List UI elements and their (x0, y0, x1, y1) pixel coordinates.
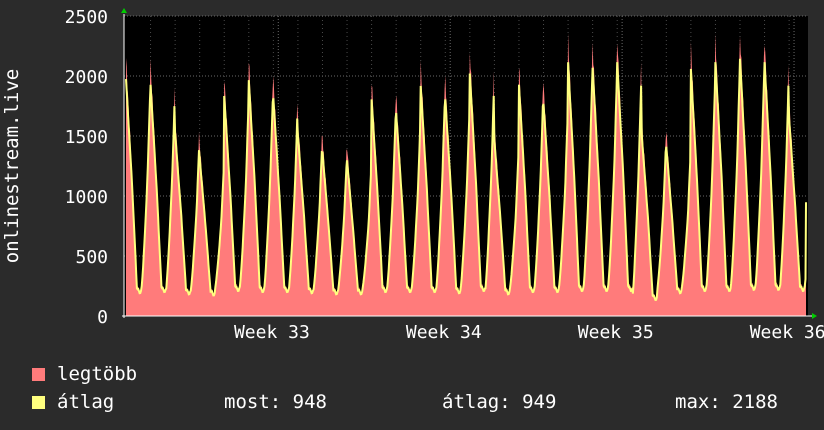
x-tick-label: Week 36 (750, 322, 824, 343)
stat-max: max: 2188 (675, 391, 778, 413)
stat-most: most: 948 (224, 391, 327, 413)
stat-average: átlag: 949 (442, 391, 557, 413)
y-tick-label: 2500 (65, 7, 108, 28)
legend-item-legtobb: legtöbb (32, 363, 137, 385)
x-tick-label: Week 34 (406, 322, 482, 343)
legend-label-legtobb: legtöbb (57, 363, 138, 385)
legend-swatch-atlag (32, 396, 45, 409)
y-tick-label: 0 (97, 307, 108, 328)
x-axis-arrow-icon (812, 313, 817, 319)
x-tick-label: Week 35 (578, 322, 654, 343)
x-tick-label: Week 33 (234, 322, 310, 343)
y-axis-arrow-icon (121, 8, 127, 13)
y-tick-label: 500 (75, 247, 108, 268)
legend-label-atlag: átlag (57, 391, 115, 413)
y-axis-label: onlinestream.live (1, 69, 23, 263)
x-tick-labels: Week 33Week 34Week 35Week 36Week 37 (234, 322, 824, 343)
legend-swatch-legtobb (32, 368, 45, 381)
y-tick-label: 2000 (65, 67, 108, 88)
legend-item-atlag: átlag (32, 391, 114, 413)
y-tick-labels: 0 500 1000 1500 2000 2500 (65, 7, 108, 328)
y-tick-label: 1500 (65, 127, 108, 148)
y-tick-label: 1000 (65, 187, 108, 208)
